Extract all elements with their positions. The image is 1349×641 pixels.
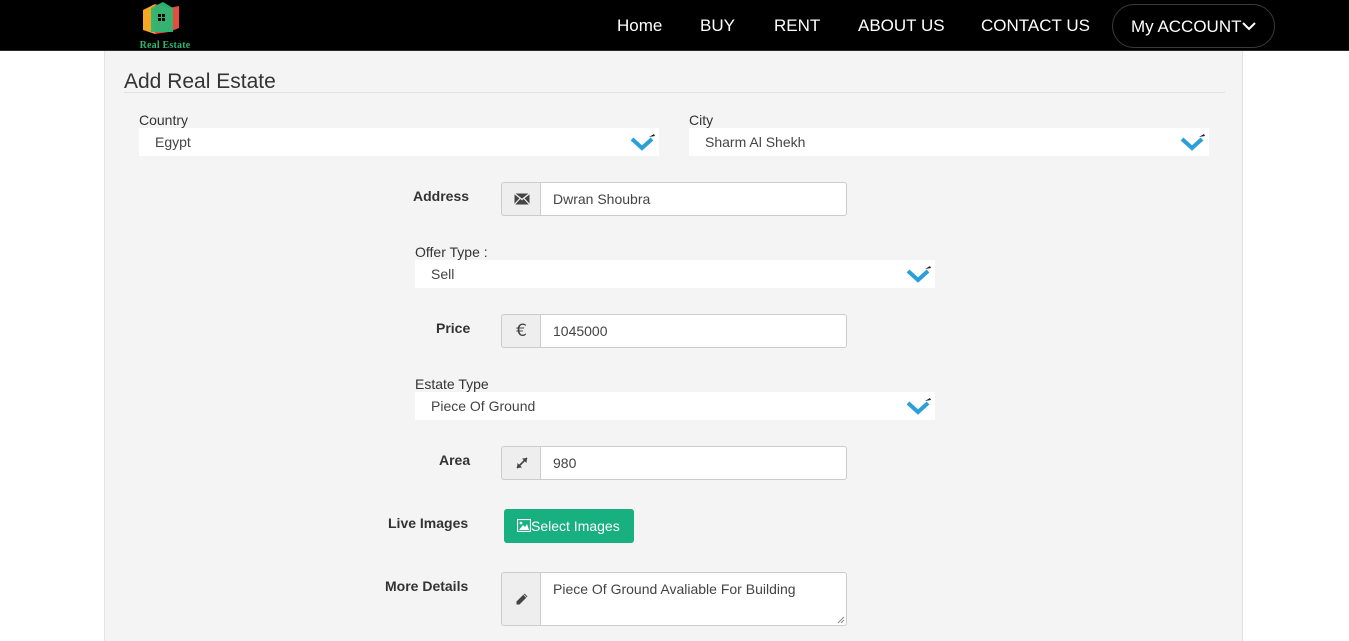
area-input[interactable]: 980 <box>540 446 847 480</box>
address-input[interactable]: Dwran Shoubra <box>540 182 847 216</box>
offer-type-select[interactable]: Sell <box>415 260 935 288</box>
logo-text: Real Estate <box>139 40 191 51</box>
nav-home[interactable]: Home <box>617 16 662 36</box>
nav-about-us[interactable]: ABOUT US <box>858 16 945 36</box>
price-label: Price <box>436 320 471 336</box>
chevron-down-icon <box>906 398 931 415</box>
live-images-label: Live Images <box>388 515 469 531</box>
country-select[interactable]: Egypt <box>139 128 659 156</box>
my-account-button[interactable]: My ACCOUNT <box>1112 4 1275 48</box>
my-account-label: My ACCOUNT <box>1131 17 1242 36</box>
pencil-icon <box>516 593 527 605</box>
city-value: Sharm Al Shekh <box>705 134 806 150</box>
price-input[interactable]: 1045000 <box>540 314 847 348</box>
area-label: Area <box>439 452 471 468</box>
title-divider <box>124 92 1225 93</box>
offer-type-value: Sell <box>431 266 455 282</box>
estate-type-select[interactable]: Piece Of Ground <box>415 392 935 420</box>
picture-icon <box>517 519 531 532</box>
chevron-down-icon <box>1242 22 1256 31</box>
chevron-down-icon <box>630 134 655 151</box>
more-details-textarea[interactable]: Piece Of Ground Avaliable For Building <box>540 572 847 626</box>
chevron-down-icon <box>1180 134 1205 151</box>
offer-type-label: Offer Type : <box>415 244 488 260</box>
country-label: Country <box>139 112 189 128</box>
select-images-label: Select Images <box>531 518 620 534</box>
site-logo[interactable]: Real Estate <box>129 2 201 51</box>
country-value: Egypt <box>155 134 191 150</box>
nav-buy[interactable]: BUY <box>700 16 735 36</box>
city-select[interactable]: Sharm Al Shekh <box>689 128 1209 156</box>
area-addon <box>501 446 541 480</box>
more-details-value: Piece Of Ground Avaliable For Building <box>553 581 796 597</box>
envelope-icon <box>514 193 529 205</box>
more-details-label: More Details <box>385 578 469 594</box>
nav-rent[interactable]: RENT <box>774 16 820 36</box>
resize-grip-icon[interactable] <box>837 616 845 624</box>
top-navbar: Real Estate Home BUY RENT ABOUT US CONTA… <box>0 0 1349 51</box>
house-logo-icon <box>143 2 179 34</box>
euro-icon: € <box>516 321 527 341</box>
estate-type-value: Piece Of Ground <box>431 398 536 414</box>
address-label: Address <box>413 188 470 204</box>
select-images-button[interactable]: Select Images <box>504 509 634 543</box>
address-addon <box>501 182 541 216</box>
price-addon: € <box>501 314 541 348</box>
details-addon <box>501 572 541 626</box>
resize-arrows-icon <box>515 457 528 469</box>
estate-type-label: Estate Type <box>415 376 489 392</box>
page-title: Add Real Estate <box>124 70 276 93</box>
nav-contact-us[interactable]: CONTACT US <box>981 16 1090 36</box>
add-estate-panel: Add Real Estate Country Egypt City Sharm… <box>104 51 1243 641</box>
city-label: City <box>689 112 714 128</box>
chevron-down-icon <box>906 266 931 283</box>
